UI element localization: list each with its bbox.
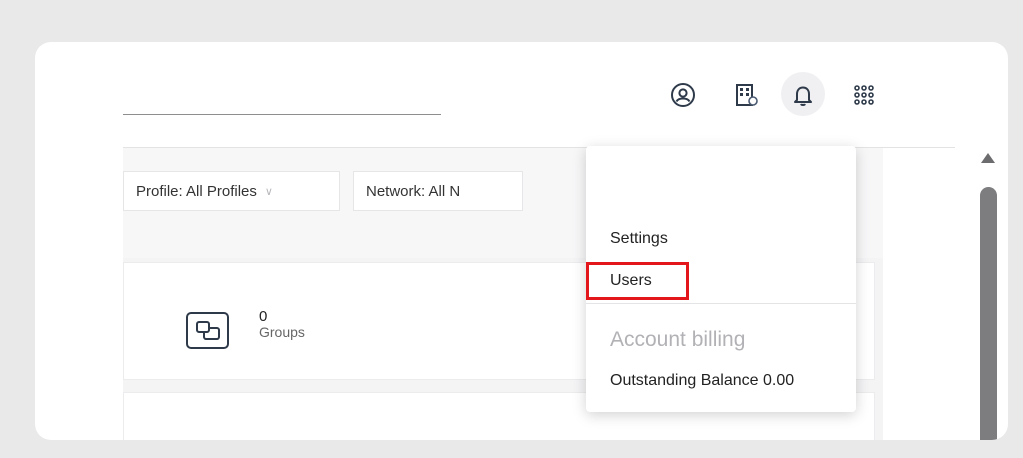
apps-grid-icon[interactable] xyxy=(851,82,877,108)
user-circle-icon[interactable] xyxy=(670,82,696,108)
users-highlight-box xyxy=(586,262,689,300)
app-window: Profile: All Profiles ∨ Network: All N u… xyxy=(35,42,1008,440)
groups-icon xyxy=(186,312,229,349)
scroll-up-arrow-icon[interactable] xyxy=(981,153,995,163)
main-content: Profile: All Profiles ∨ Network: All N u… xyxy=(123,42,997,440)
scrollbar-thumb[interactable] xyxy=(980,187,997,440)
account-billing-heading: Account billing xyxy=(610,328,746,351)
groups-count: 0 xyxy=(259,308,268,325)
menu-item-settings[interactable]: Settings xyxy=(610,230,668,248)
bell-icon[interactable] xyxy=(790,82,816,108)
menu-divider xyxy=(586,303,856,304)
outstanding-balance: Outstanding Balance 0.00 xyxy=(610,372,795,389)
chevron-down-icon: ∨ xyxy=(264,185,273,198)
building-icon[interactable] xyxy=(733,82,759,108)
network-filter[interactable]: Network: All N xyxy=(353,171,523,211)
profile-filter-label: Profile: All Profiles xyxy=(136,182,257,200)
search-input[interactable] xyxy=(123,114,441,115)
groups-label: Groups xyxy=(259,324,305,340)
profile-filter[interactable]: Profile: All Profiles ∨ xyxy=(123,171,340,211)
network-filter-label: Network: All N xyxy=(366,182,461,200)
